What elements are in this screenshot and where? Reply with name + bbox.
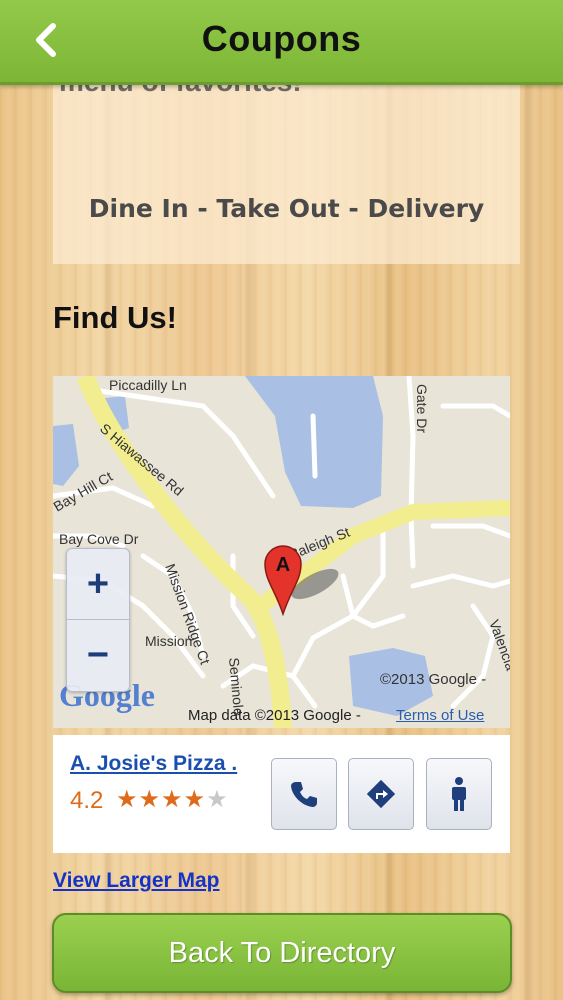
rating-stars: ★★★★★ <box>116 785 229 814</box>
map-copyright: ©2013 Google - <box>380 671 487 688</box>
top-bar: Coupons <box>0 0 563 85</box>
street-label-mission-ridge: Mission Ridge Ct <box>162 562 213 667</box>
star-icon: ★ <box>183 786 207 813</box>
street-view-button[interactable] <box>426 758 492 830</box>
find-us-heading: Find Us! <box>53 300 177 335</box>
view-larger-map-link[interactable]: View Larger Map <box>53 869 220 893</box>
star-icon: ★ <box>161 786 184 813</box>
zoom-in-button[interactable]: + <box>67 549 129 620</box>
star-icon: ★ <box>138 786 162 813</box>
street-label-gate: Gate Dr <box>414 384 430 433</box>
zoom-out-button[interactable]: − <box>67 620 129 690</box>
lake <box>53 424 79 486</box>
directions-button[interactable] <box>348 758 414 830</box>
star-empty-icon: ★ <box>206 786 229 813</box>
info-card: menu of favorites! Dine In - Take Out - … <box>53 62 520 264</box>
place-name-link[interactable]: A. Josie's Pizza . <box>70 752 237 776</box>
back-to-directory-button[interactable]: Back To Directory <box>52 913 512 993</box>
page-title: Coupons <box>201 18 362 59</box>
street-label-mission: Mission <box>145 633 192 649</box>
terms-of-use-link[interactable]: Terms of Use <box>396 707 484 724</box>
star-icon: ★ <box>116 786 139 813</box>
directions-icon <box>366 779 396 809</box>
marker-label: A <box>276 554 290 576</box>
map-attribution: Map data ©2013 Google - <box>188 707 361 724</box>
person-icon <box>452 777 466 811</box>
rating-value: 4.2 <box>70 787 104 814</box>
street-label-piccadilly: Piccadilly Ln <box>109 377 187 393</box>
zoom-control: + − <box>66 548 130 692</box>
street-label-bay-cove: Bay Cove Dr <box>59 531 139 547</box>
service-text: Dine In - Take Out - Delivery <box>88 194 485 223</box>
phone-icon <box>291 782 317 807</box>
call-button[interactable] <box>271 758 337 830</box>
